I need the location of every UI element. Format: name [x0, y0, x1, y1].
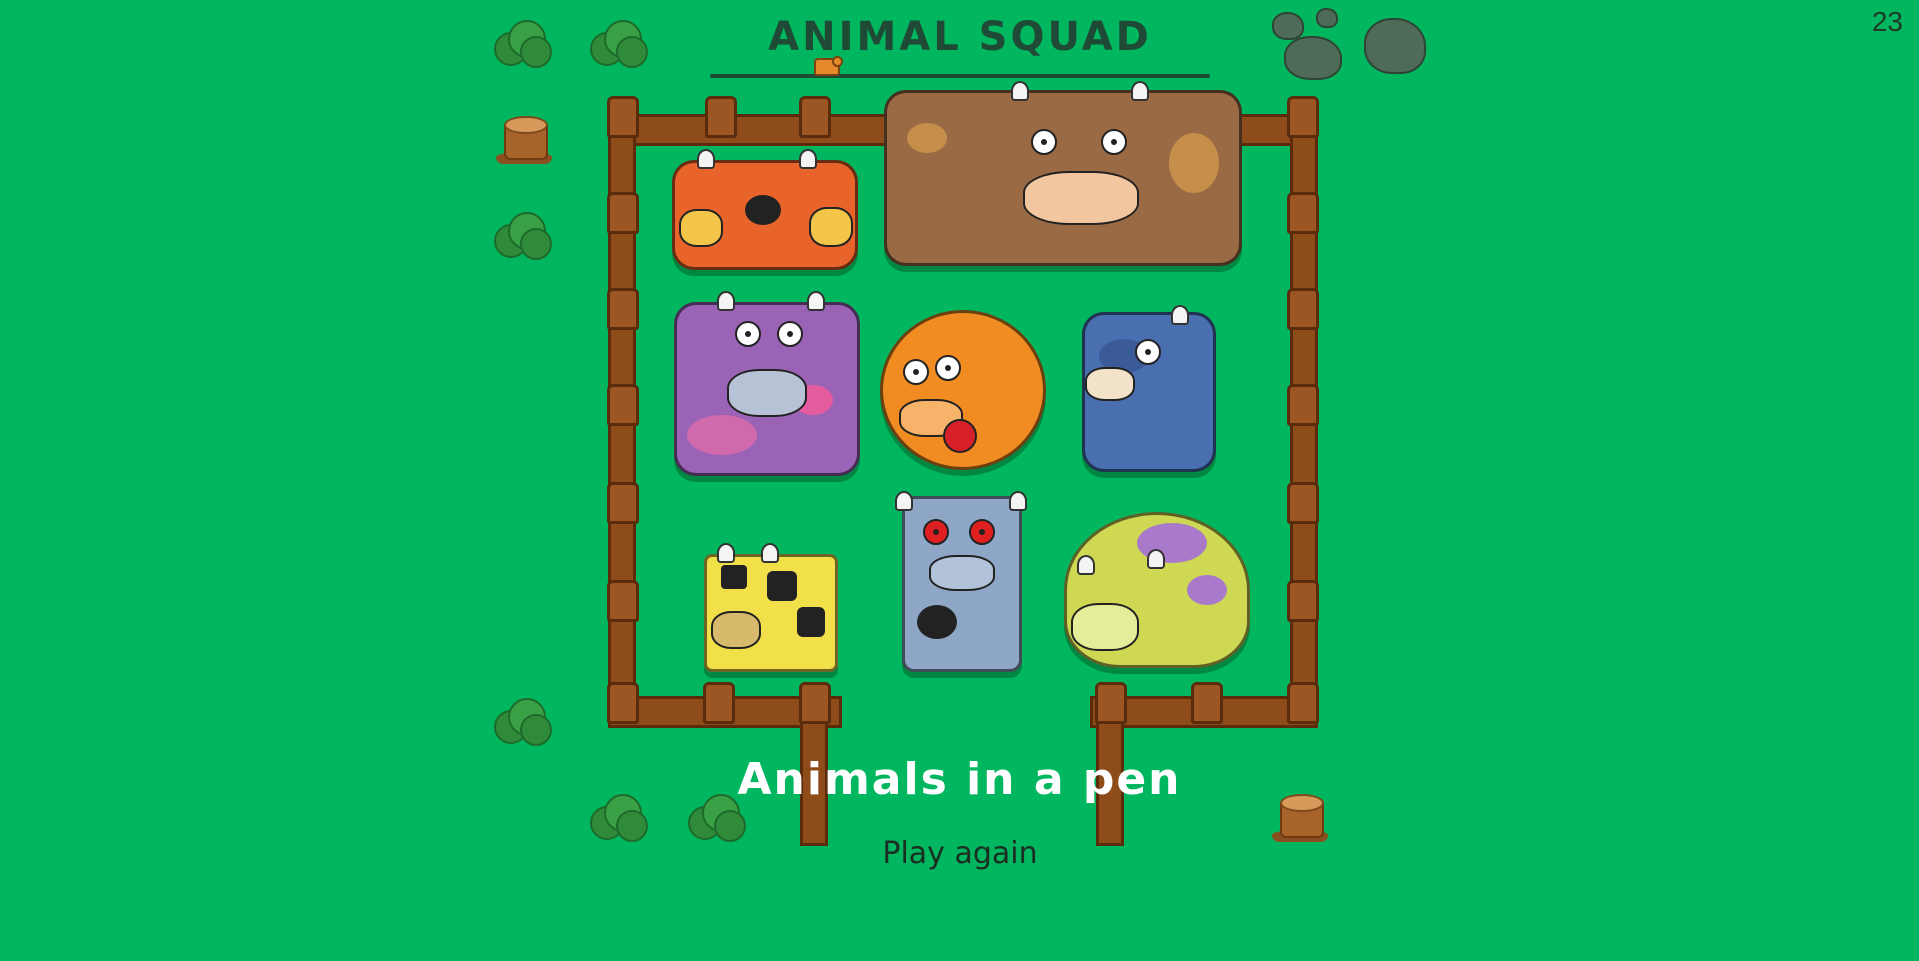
- yellow-green-cow[interactable]: [1064, 512, 1250, 668]
- tree-stump-decoration: [494, 116, 554, 168]
- bush-decoration: [494, 20, 552, 68]
- purple-cow[interactable]: [674, 291, 860, 476]
- result-message: Animals in a pen: [737, 754, 1182, 805]
- score-counter: 23: [1871, 6, 1903, 37]
- bush-decoration: [494, 212, 552, 260]
- game-title: ANIMAL SQUAD: [768, 14, 1152, 60]
- play-again-button[interactable]: Play again: [860, 836, 1060, 871]
- progress-cow-icon: [814, 56, 843, 76]
- rock-decoration: [1284, 36, 1342, 80]
- robot-cow[interactable]: [895, 491, 1027, 672]
- orange-round-cow[interactable]: [880, 310, 1046, 470]
- big-brown-cow[interactable]: [884, 81, 1242, 266]
- blue-patterned-cow[interactable]: [1082, 305, 1216, 472]
- rock-decoration: [1316, 8, 1338, 28]
- progress-track: [710, 56, 1210, 78]
- rock-decoration: [1364, 18, 1426, 74]
- yellow-spotted-cow[interactable]: [704, 543, 838, 672]
- bush-decoration: [494, 698, 552, 746]
- bush-decoration: [590, 20, 648, 68]
- rock-decoration: [1272, 12, 1304, 40]
- two-headed-orange-cow[interactable]: [672, 149, 858, 270]
